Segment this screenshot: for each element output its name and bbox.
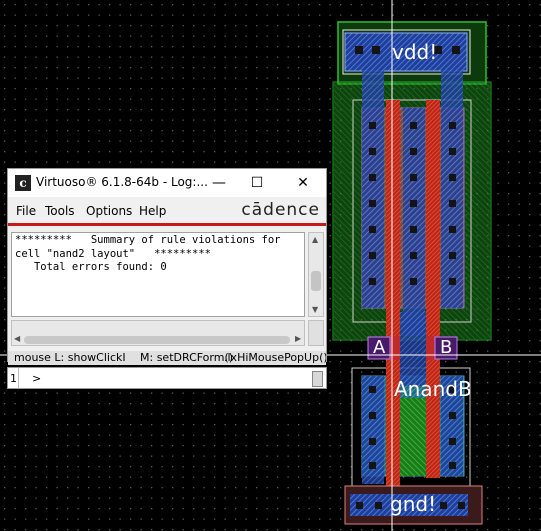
cadence-app-icon: c — [15, 175, 31, 191]
minimize-button[interactable]: — — [204, 172, 234, 194]
command-prompt: > — [32, 372, 42, 385]
mouse-binding-status: mouse L: showClickI M: setDRCForm() .lxH… — [8, 351, 326, 365]
status-mouse-middle: M: setDRCForm() — [140, 351, 234, 364]
menu-file[interactable]: File — [16, 204, 36, 218]
menu-options[interactable]: Options — [86, 204, 132, 218]
command-line-scroll-handle[interactable] — [312, 371, 323, 387]
close-button[interactable]: ✕ — [288, 172, 318, 194]
window-title: Virtuoso® 6.1.8-64b - Log:... — [36, 175, 208, 189]
pmos-drain-metal — [403, 108, 425, 336]
pin-b-label: B — [440, 337, 453, 358]
pmos-source-metal-left — [362, 60, 384, 308]
vdd-label: vdd! — [392, 40, 438, 64]
output-net-label: AnandB — [394, 377, 472, 401]
log-horizontal-scrollbar[interactable]: ◀ ▶ — [11, 320, 305, 346]
menu-bar: File Tools Options Help cādence — [8, 199, 326, 221]
gnd-label: gnd! — [390, 492, 437, 516]
command-line-divider — [18, 368, 19, 388]
menu-options-label: Options — [86, 204, 133, 218]
scroll-up-arrow-icon[interactable]: ▲ — [312, 235, 318, 244]
pin-a-label: A — [373, 337, 386, 358]
status-mouse-right: .lxHiMousePopUp() — [224, 351, 326, 364]
brand-divider — [8, 223, 326, 226]
scroll-right-arrow-icon[interactable]: ▶ — [295, 334, 301, 343]
command-line-number: 1 — [10, 372, 17, 385]
scroll-corner — [308, 320, 324, 346]
poly-gate-a — [386, 100, 400, 492]
virtuoso-log-window: c Virtuoso® 6.1.8-64b - Log:... — ☐ ✕ Fi… — [7, 168, 327, 365]
hscroll-thumb[interactable] — [24, 336, 290, 344]
log-output[interactable]: ********* Summary of rule violations for… — [11, 232, 305, 317]
status-mouse-left: mouse L: showClickI — [14, 351, 126, 364]
pmos-source-metal-right — [441, 60, 463, 308]
nmos-diffusion-mid — [398, 398, 428, 476]
maximize-button[interactable]: ☐ — [242, 172, 272, 194]
menu-help[interactable]: Help — [139, 204, 166, 218]
cadence-logo: cādence — [241, 200, 320, 220]
menu-file-label: File — [16, 204, 37, 218]
scroll-down-arrow-icon[interactable]: ▼ — [312, 305, 318, 314]
output-metal — [398, 312, 428, 386]
menu-tools-label: Tools — [45, 204, 75, 218]
scroll-left-arrow-icon[interactable]: ◀ — [14, 334, 20, 343]
command-line[interactable]: 1 > — [7, 367, 327, 389]
window-titlebar[interactable]: c Virtuoso® 6.1.8-64b - Log:... — ☐ ✕ — [8, 169, 326, 197]
menu-tools[interactable]: Tools — [45, 204, 75, 218]
log-vertical-scrollbar[interactable]: ▲ ▼ — [308, 232, 324, 317]
poly-gate-b — [426, 100, 440, 478]
menu-help-label: Help — [139, 204, 167, 218]
vscroll-thumb[interactable] — [311, 271, 321, 291]
